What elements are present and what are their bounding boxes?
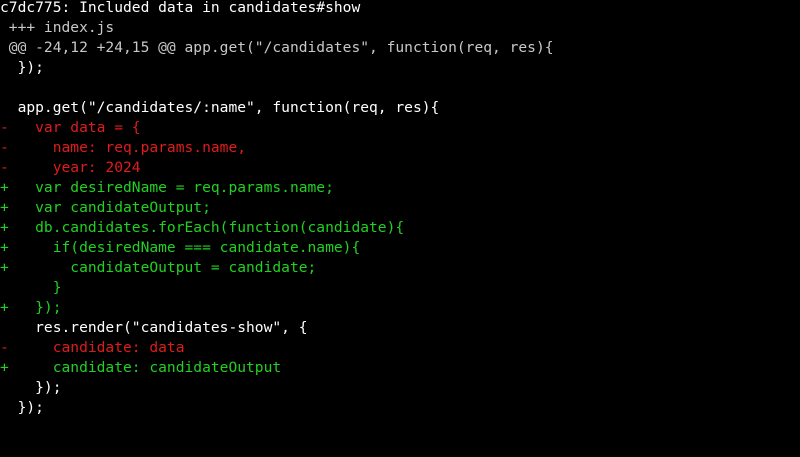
- diff-line-added: + });: [0, 299, 62, 316]
- diff-line: res.render("candidates-show", {: [0, 319, 308, 336]
- diff-line-added: + candidate: candidateOutput: [0, 359, 282, 376]
- terminal-window: c7dc775: Included data in candidates#sho…: [0, 0, 800, 457]
- diff-line: app.get("/candidates/:name", function(re…: [0, 99, 440, 116]
- diff-line: });: [0, 399, 44, 416]
- diff-line-removed: - var data = {: [0, 119, 141, 136]
- diff-line-removed: - name: req.params.name,: [0, 139, 247, 156]
- diff-line-removed: - year: 2024: [0, 159, 141, 176]
- commit-header: c7dc775: Included data in candidates#sho…: [0, 0, 361, 16]
- diff-line-removed: - candidate: data: [0, 339, 185, 356]
- diff-line: });: [0, 379, 62, 396]
- diff-file-header: +++ index.js: [0, 19, 115, 36]
- diff-line-added: + if(desiredName === candidate.name){: [0, 239, 361, 256]
- diff-line-added: }: [0, 279, 62, 296]
- diff-hunk-header: @@ -24,12 +24,15 @@ app.get("/candidates…: [0, 39, 554, 56]
- diff-line-added: + var desiredName = req.params.name;: [0, 179, 334, 196]
- diff-line-added: + candidateOutput = candidate;: [0, 259, 317, 276]
- diff-line: });: [0, 59, 44, 76]
- diff-line-added: + db.candidates.forEach(function(candida…: [0, 219, 405, 236]
- diff-line-added: + var candidateOutput;: [0, 199, 211, 216]
